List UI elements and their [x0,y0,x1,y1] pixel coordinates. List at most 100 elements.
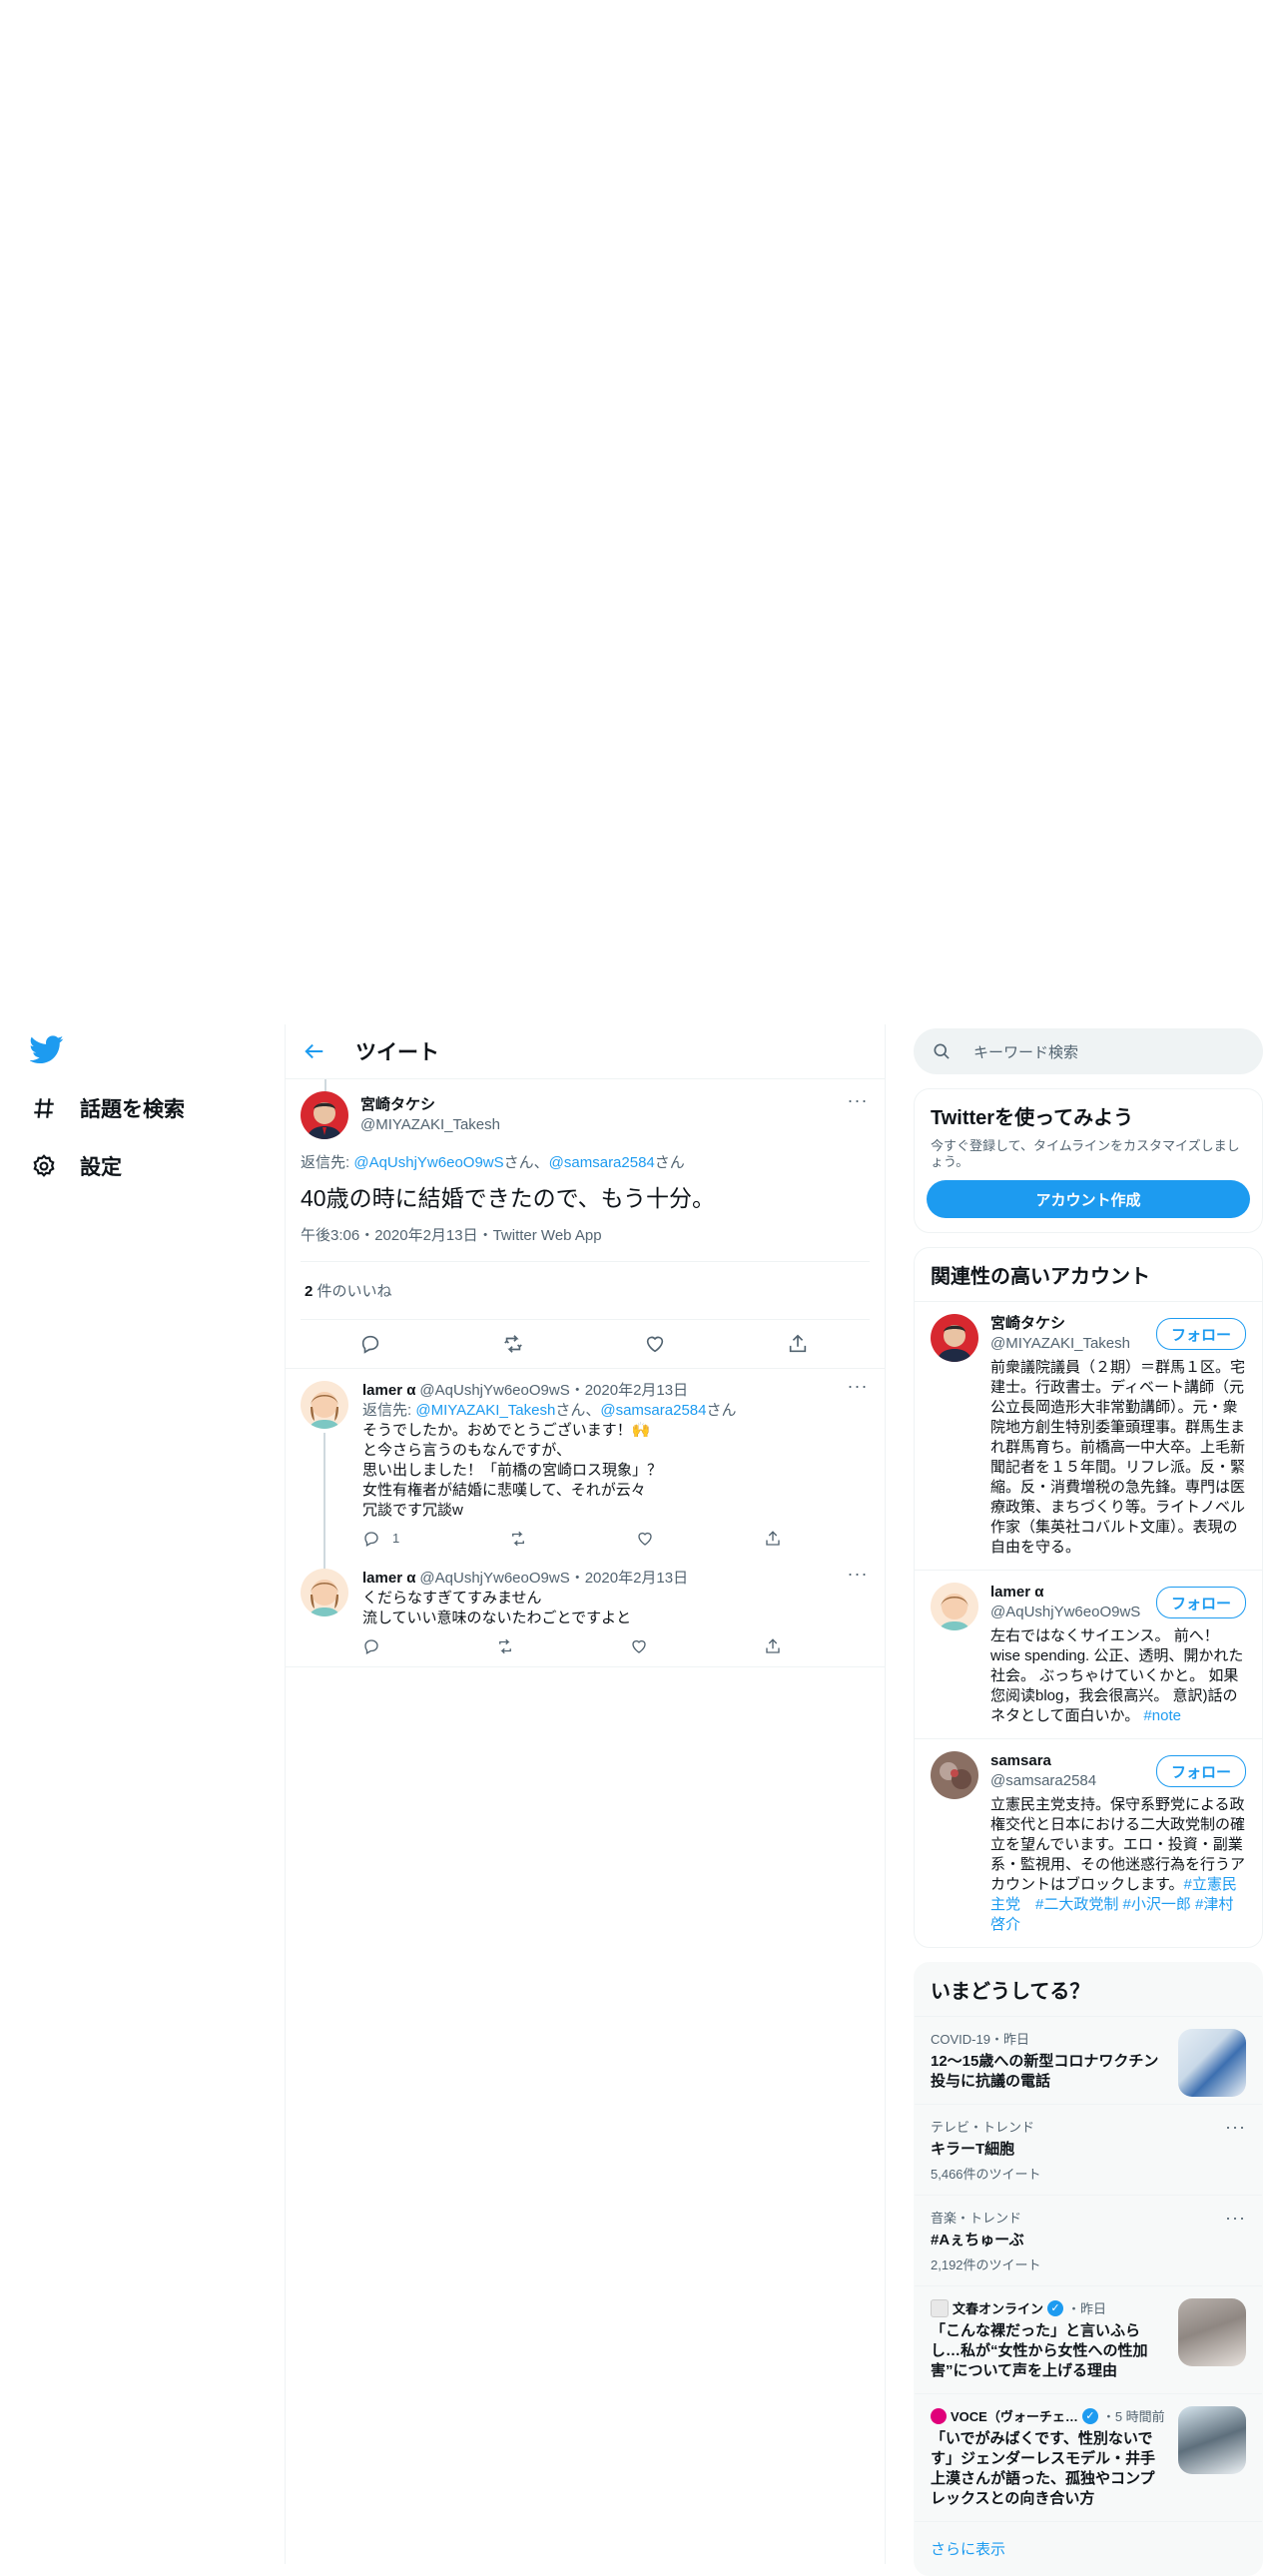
hashtag-icon [30,1094,58,1122]
author-name[interactable]: 宮崎タケシ [360,1095,500,1115]
follow-button[interactable]: フォロー [1155,1587,1246,1618]
replying-to-sep: さん、 [555,1402,601,1419]
avatar[interactable] [301,1569,348,1616]
reply-author-handle[interactable]: @AqUshjYw6eoO9wS [419,1569,569,1589]
mention-link[interactable]: @MIYAZAKI_Takesh [415,1402,555,1419]
trend-title: 12～15歳への新型コロナワクチン投与に抗議の電話 [931,2053,1159,2090]
share-icon[interactable] [764,1637,782,1655]
likes-count[interactable]: 2 件のいいね [301,1262,870,1320]
trend-thumbnail [1178,2406,1246,2474]
trend-item[interactable]: テレビ・トレンド キラーT細胞 5,466件のツイート ··· [915,2104,1262,2195]
more-options-icon[interactable]: ··· [847,1565,869,1591]
trend-item[interactable]: 文春オンライン ✓ ・昨日 「こんな裸だった」と言いふらし…私が“女性から女性へ… [915,2285,1262,2393]
reply-line: くだらなすぎてすみません [362,1590,542,1607]
reply-author-name[interactable]: lamer α [362,1569,415,1589]
trend-source: VOCE（ヴォーチェ… [951,2409,1078,2424]
reply-icon [364,1532,378,1547]
search-icon [932,1041,952,1061]
like-icon[interactable] [636,1530,654,1548]
avatar[interactable] [301,1381,348,1429]
retweet-icon[interactable] [496,1637,514,1655]
tweet-actions [301,1320,870,1368]
like-icon[interactable] [644,1332,668,1356]
avatar[interactable] [931,1583,978,1630]
source-logo-icon [931,2298,949,2317]
mention-link[interactable]: @AqUshjYw6eoO9wS [353,1154,503,1171]
signup-title: Twitterを使ってみよう [931,1107,1134,1129]
hashtag-link[interactable]: #note [1143,1707,1181,1724]
reply-author-handle[interactable]: @AqUshjYw6eoO9wS [419,1381,569,1401]
search-placeholder: キーワード検索 [973,1043,1079,1061]
main-column: ツイート 宮崎タケシ @MIYAZAKI_Takesh ··· 返信先: @Aq… [285,1024,886,2564]
retweet-icon[interactable] [509,1530,527,1548]
trend-item[interactable]: 音楽・トレンド #Aぇちゅーぶ 2,192件のツイート ··· [915,2195,1262,2285]
retweet-icon[interactable] [502,1332,526,1356]
focal-tweet: 宮崎タケシ @MIYAZAKI_Takesh ··· 返信先: @AqUshjY… [286,1079,885,1369]
search-input[interactable]: キーワード検索 [914,1028,1263,1074]
follow-button[interactable]: フォロー [1155,1318,1246,1350]
avatar[interactable] [301,1091,348,1139]
trend-context: VOCE（ヴォーチェ… ✓ ・5 時間前 [931,2406,1166,2425]
account-cell[interactable]: 宮崎タケシ @MIYAZAKI_Takesh 前衆議院議員（２期）＝群馬１区。宅… [915,1301,1262,1570]
nav-settings-label: 設定 [80,1156,122,1179]
show-more-link[interactable]: さらに表示 [915,2521,1262,2575]
verified-badge-icon: ✓ [1047,2299,1064,2316]
reply-author-name[interactable]: lamer α [362,1381,415,1401]
nav-settings[interactable]: 設定 [30,1146,122,1186]
reply-count: 1 [392,1531,400,1546]
nav-explore[interactable]: 話題を検索 [30,1088,185,1128]
related-accounts-card: 関連性の高いアカウント 宮崎タケシ @MIYAZAKI_Takesh 前衆議院議… [914,1247,1263,1948]
account-bio: 前衆議院議員（２期）＝群馬１区。宅建士。行政書士。ディベート講師（元公立長岡造形… [990,1359,1246,1556]
thread-connector [324,1079,326,1091]
more-options-icon[interactable]: ··· [1225,2117,1246,2138]
replying-to-prefix: 返信先: [362,1402,416,1419]
follow-button[interactable]: フォロー [1155,1755,1246,1787]
reply-line: 思い出しました！「前橋の宮崎ロス現象」？ [362,1462,663,1479]
like-icon[interactable] [630,1637,648,1655]
verified-badge-icon: ✓ [1081,2407,1098,2424]
author-handle[interactable]: @MIYAZAKI_Takesh [360,1115,500,1135]
account-cell[interactable]: samsara @samsara2584 立憲民主党支持。保守系野党による政権交… [915,1738,1262,1947]
account-bio: 左右ではなくサイエンス。 前へ！ wise spending. 公正、透明、開か… [990,1626,1246,1726]
reply-tweet[interactable]: lamer α @AqUshjYw6eoO9wS ・2020年2月13日 ···… [286,1369,885,1569]
avatar[interactable] [931,1751,978,1799]
reply-date[interactable]: ・2020年2月13日 [570,1381,688,1401]
avatar[interactable] [931,1314,978,1362]
reply-icon[interactable] [359,1332,383,1356]
twitter-logo-icon[interactable] [29,1032,64,1066]
trend-title: #Aぇちゅーぶ [931,2232,1024,2249]
reply-tweet[interactable]: lamer α @AqUshjYw6eoO9wS ・2020年2月13日 ···… [286,1557,885,1667]
tweet-text: 40歳の時に結婚できたので、もう十分。 [301,1185,715,1211]
reply-line: 女性有権者が結婚に悲嘆して、それが云々 [362,1482,646,1499]
mention-link[interactable]: @samsara2584 [600,1402,706,1419]
trend-title: 「こんな裸だった」と言いふらし…私が“女性から女性への性加害”について声を上げる… [931,2322,1148,2379]
reply-button[interactable]: 1 [362,1529,399,1549]
trend-count: 2,192件のツイート [931,2257,1041,2272]
trend-context: テレビ・トレンド [931,2120,1035,2135]
main-header: ツイート [286,1024,885,1079]
trend-item[interactable]: COVID-19・昨日 12～15歳への新型コロナワクチン投与に抗議の電話 [915,2016,1262,2104]
trend-item[interactable]: VOCE（ヴォーチェ… ✓ ・5 時間前 「いでがみばくです、性別ないです」ジェ… [915,2393,1262,2521]
trend-time: ・5 時間前 [1101,2409,1165,2424]
replying-to-suffix: さん [654,1154,685,1171]
create-account-button[interactable]: アカウント作成 [927,1180,1250,1218]
reply-icon[interactable] [362,1637,380,1655]
share-icon[interactable] [787,1332,811,1356]
account-cell[interactable]: lamer α @AqUshjYw6eoO9wS 左右ではなくサイエンス。 前へ… [915,1570,1262,1738]
likes-label: 件のいいね [313,1283,392,1300]
trend-thumbnail [1178,2298,1246,2366]
mention-link[interactable]: @samsara2584 [549,1154,655,1171]
trend-context: 音楽・トレンド [931,2211,1022,2226]
more-options-icon[interactable]: ··· [847,1377,869,1403]
replying-to: 返信先: @AqUshjYw6eoO9wSさん、@samsara2584さん [301,1151,870,1172]
reply-date[interactable]: ・2020年2月13日 [570,1569,688,1589]
trends-card: いまどうしてる？ COVID-19・昨日 12～15歳への新型コロナワクチン投与… [914,1962,1263,2576]
more-options-icon[interactable]: ··· [1225,2208,1246,2229]
back-arrow-icon[interactable] [304,1038,329,1064]
more-options-icon[interactable]: ··· [847,1091,869,1117]
reply-actions [362,1628,782,1664]
account-bio: 立憲民主党支持。保守系野党による政権交代と日本における二大政党制の確立を望んでい… [990,1795,1246,1935]
tweet-timestamp[interactable]: 午後3:06・2020年2月13日・Twitter Web App [301,1224,870,1262]
replying-to: 返信先: @MIYAZAKI_Takeshさん、@samsara2584さん [362,1401,870,1421]
share-icon[interactable] [764,1530,782,1548]
